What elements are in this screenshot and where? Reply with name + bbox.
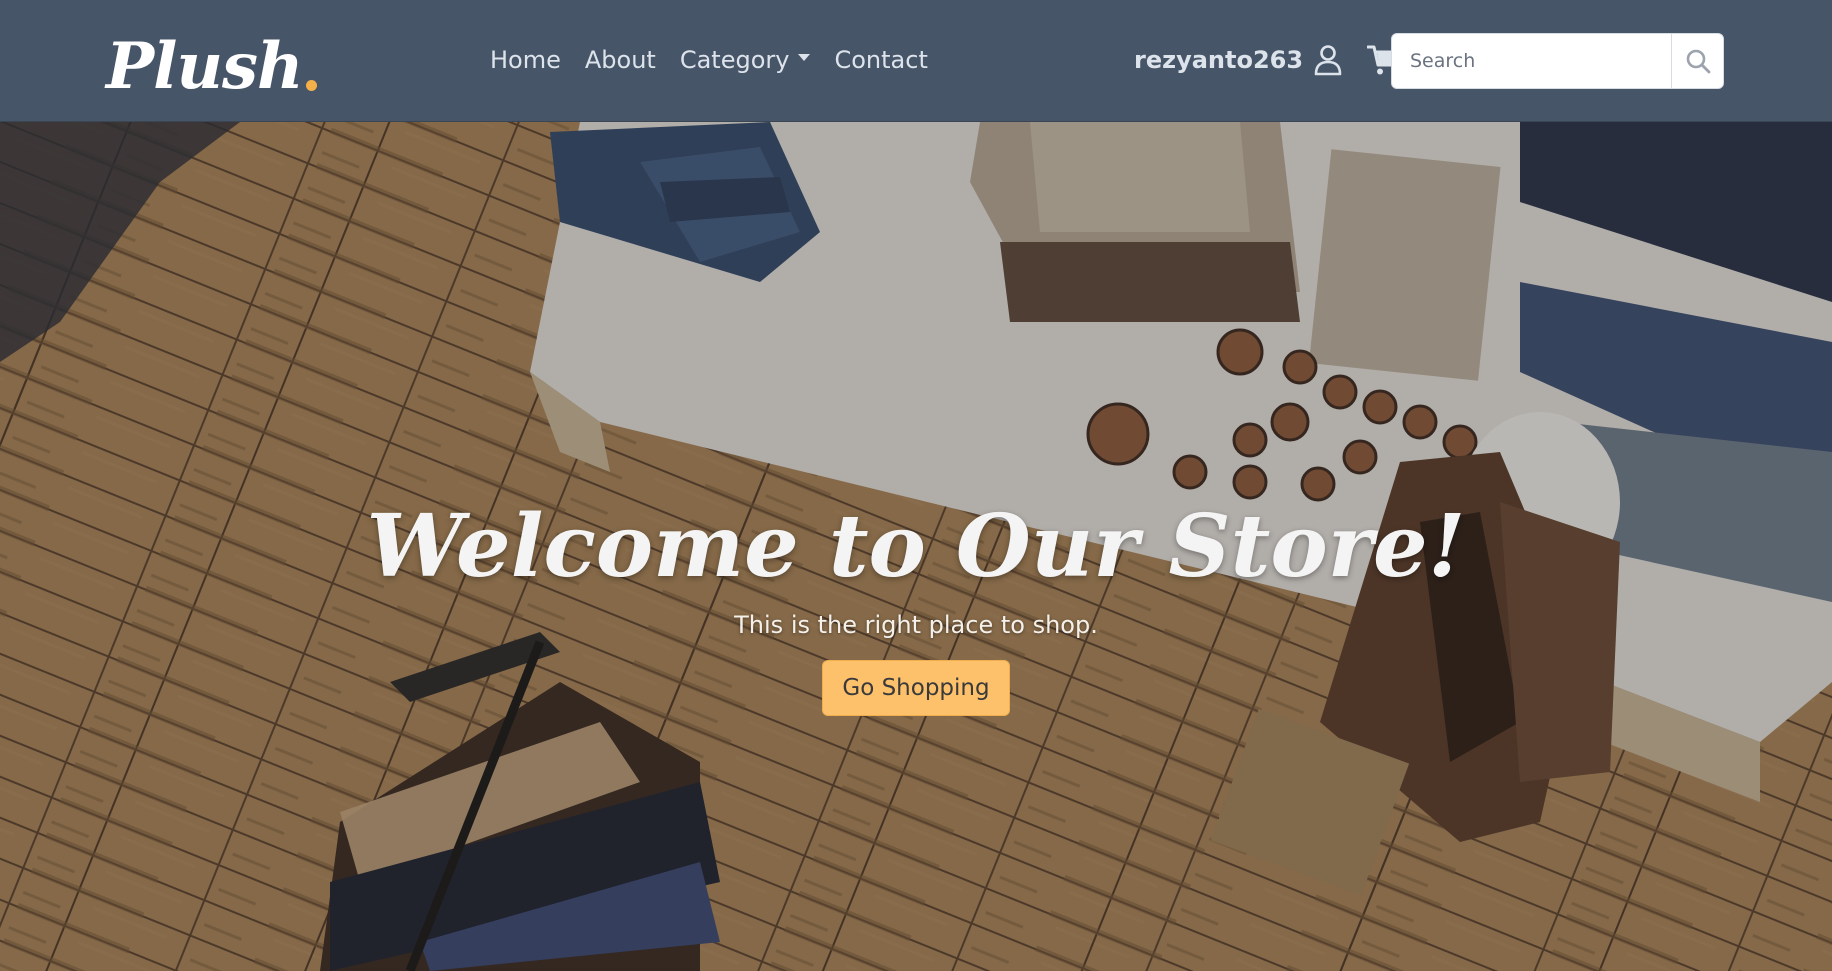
search-input[interactable] — [1392, 34, 1671, 88]
hero-title: Welcome to Our Store! — [366, 496, 1466, 597]
hero-section: Welcome to Our Store! This is the right … — [0, 122, 1832, 971]
user-area: rezyanto263 — [1134, 38, 1403, 82]
search-icon — [1686, 49, 1710, 74]
brand-name: Plush — [106, 29, 304, 104]
main-nav: Home About Category Contact — [478, 38, 940, 82]
nav-home-link[interactable]: Home — [478, 38, 573, 82]
nav-about-link[interactable]: About — [573, 38, 668, 82]
nav-category-dropdown[interactable]: Category — [668, 38, 823, 82]
chevron-down-icon — [798, 53, 811, 61]
search-group — [1391, 33, 1724, 89]
go-shopping-button[interactable]: Go Shopping — [822, 660, 1010, 716]
nav-category-label: Category — [679, 46, 790, 74]
search-button[interactable] — [1671, 34, 1723, 88]
username[interactable]: rezyanto263 — [1134, 46, 1303, 74]
hero-subtitle: This is the right place to shop. — [734, 611, 1098, 639]
navbar: Plush Home About Category Contact rezyan… — [0, 0, 1832, 122]
brand-dot — [305, 80, 317, 91]
user-icon[interactable] — [1313, 44, 1343, 76]
hero-content: Welcome to Our Store! This is the right … — [0, 492, 1832, 716]
brand-logo[interactable]: Plush — [106, 22, 317, 102]
nav-contact-link[interactable]: Contact — [822, 38, 939, 82]
